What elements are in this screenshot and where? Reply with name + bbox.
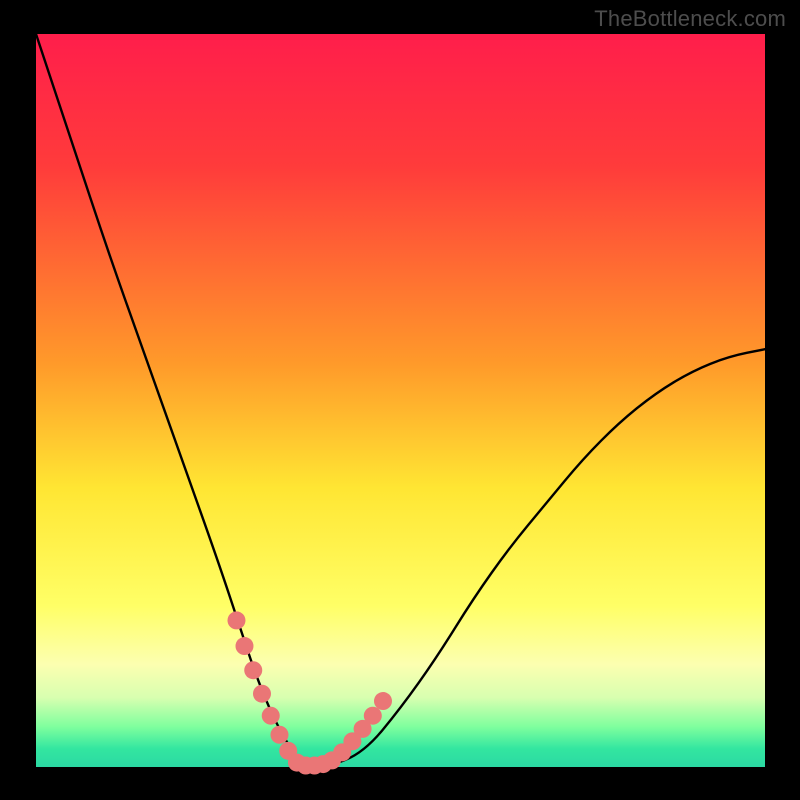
highlight-dot — [364, 707, 382, 725]
bottleneck-chart — [0, 0, 800, 800]
highlight-dot — [374, 692, 392, 710]
highlight-dot — [227, 611, 245, 629]
highlight-dot — [270, 726, 288, 744]
watermark-text: TheBottleneck.com — [594, 6, 786, 32]
chart-stage: TheBottleneck.com — [0, 0, 800, 800]
highlight-dot — [244, 661, 262, 679]
highlight-dot — [253, 685, 271, 703]
highlight-dot — [235, 637, 253, 655]
highlight-dot — [262, 707, 280, 725]
gradient-background — [36, 34, 765, 767]
